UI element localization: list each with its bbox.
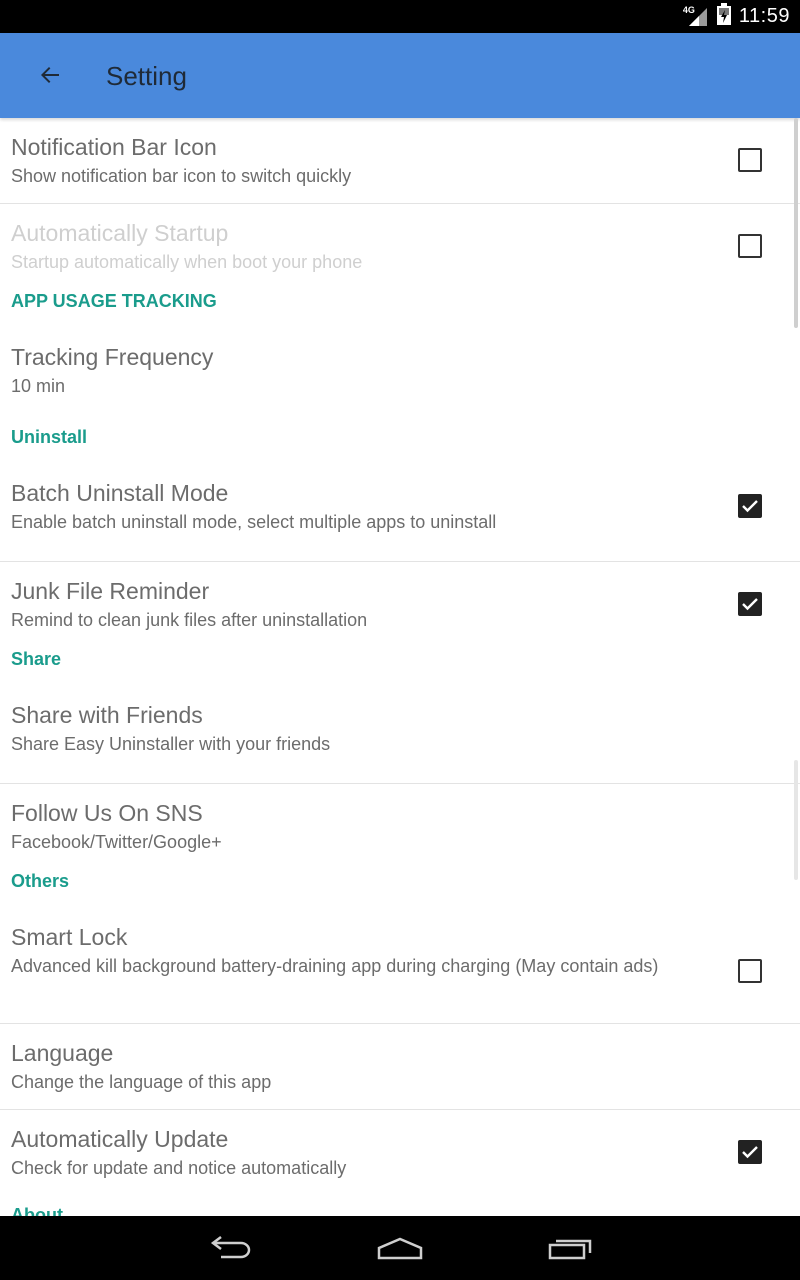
checkmark-icon xyxy=(742,500,758,513)
category-app-usage-tracking: APP USAGE TRACKING xyxy=(11,291,217,311)
recents-icon xyxy=(548,1239,592,1260)
pref-title: Language xyxy=(11,1040,114,1066)
back-icon xyxy=(210,1236,251,1259)
scrollbar-thumb[interactable] xyxy=(794,118,798,328)
scrollbar-track xyxy=(794,760,798,880)
pref-title: Share with Friends xyxy=(11,702,203,728)
pref-follow-us-on-sns[interactable]: Follow Us On SNS Facebook/Twitter/Google… xyxy=(0,784,800,870)
navigation-bar xyxy=(0,1216,800,1280)
checkmark-icon xyxy=(742,1146,758,1159)
pref-title: Smart Lock xyxy=(11,924,128,950)
notification-checkbox[interactable] xyxy=(738,148,762,172)
nav-home-button[interactable] xyxy=(370,1230,430,1266)
pref-summary: Startup automatically when boot your pho… xyxy=(11,252,363,272)
settings-list[interactable]: Notification Bar Icon Show notification … xyxy=(0,118,800,1216)
page-title: Setting xyxy=(106,61,187,91)
category-about: About xyxy=(11,1205,63,1216)
status-icons: 4G 11:59 xyxy=(683,0,790,33)
pref-summary: Remind to clean junk files after uninsta… xyxy=(11,610,368,630)
status-clock: 11:59 xyxy=(738,5,790,27)
pref-title: Tracking Frequency xyxy=(11,344,214,370)
pref-title: Notification Bar Icon xyxy=(11,134,217,160)
battery-icon xyxy=(716,3,731,30)
category-share: Share xyxy=(11,649,62,669)
junk-reminder-checkbox[interactable] xyxy=(738,592,762,616)
pref-summary: Share Easy Uninstaller with your friends xyxy=(11,734,331,754)
pref-language[interactable]: Language Change the language of this app xyxy=(0,1024,800,1110)
pref-title: Automatically Update xyxy=(11,1126,229,1152)
pref-notification-bar-icon[interactable]: Notification Bar Icon Show notification … xyxy=(0,118,800,204)
pref-summary: Change the language of this app xyxy=(11,1072,272,1092)
pref-summary: Show notification bar icon to switch qui… xyxy=(11,166,352,186)
home-icon xyxy=(377,1237,423,1260)
category-uninstall: Uninstall xyxy=(11,427,88,447)
auto-update-checkbox[interactable] xyxy=(738,1140,762,1164)
pref-summary: Advanced kill background battery-drainin… xyxy=(11,956,659,976)
pref-tracking-frequency[interactable]: Tracking Frequency 10 min xyxy=(0,340,800,426)
batch-uninstall-checkbox[interactable] xyxy=(738,494,762,518)
pref-title: Batch Uninstall Mode xyxy=(11,480,229,506)
checkmark-icon xyxy=(742,598,758,611)
pref-summary: Enable batch uninstall mode, select mult… xyxy=(11,512,497,532)
pref-summary: Check for update and notice automaticall… xyxy=(11,1158,347,1178)
category-others: Others xyxy=(11,871,70,891)
app-bar: Setting xyxy=(0,33,800,118)
pref-title: Automatically Startup xyxy=(11,220,229,246)
pref-junk-file-reminder[interactable]: Junk File Reminder Remind to clean junk … xyxy=(0,562,800,648)
pref-title: Follow Us On SNS xyxy=(11,800,203,826)
nav-back-button[interactable] xyxy=(200,1230,260,1266)
pref-share-with-friends[interactable]: Share with Friends Share Easy Uninstalle… xyxy=(0,698,800,784)
pref-automatically-update[interactable]: Automatically Update Check for update an… xyxy=(0,1110,800,1196)
startup-checkbox xyxy=(738,234,762,258)
pref-summary: Facebook/Twitter/Google+ xyxy=(11,832,222,852)
back-button[interactable] xyxy=(28,53,72,97)
pref-batch-uninstall-mode[interactable]: Batch Uninstall Mode Enable batch uninst… xyxy=(0,476,800,562)
pref-smart-lock[interactable]: Smart Lock Advanced kill background batt… xyxy=(0,920,800,1024)
signal-icon: 4G xyxy=(683,5,709,28)
pref-title: Junk File Reminder xyxy=(11,578,210,604)
status-bar: 4G 11:59 xyxy=(0,0,800,33)
pref-summary: 10 min xyxy=(11,376,66,396)
nav-recents-button[interactable] xyxy=(540,1230,600,1266)
arrow-left-icon xyxy=(41,67,59,83)
smart-lock-checkbox[interactable] xyxy=(738,959,762,983)
pref-automatically-startup: Automatically Startup Startup automatica… xyxy=(0,204,800,290)
